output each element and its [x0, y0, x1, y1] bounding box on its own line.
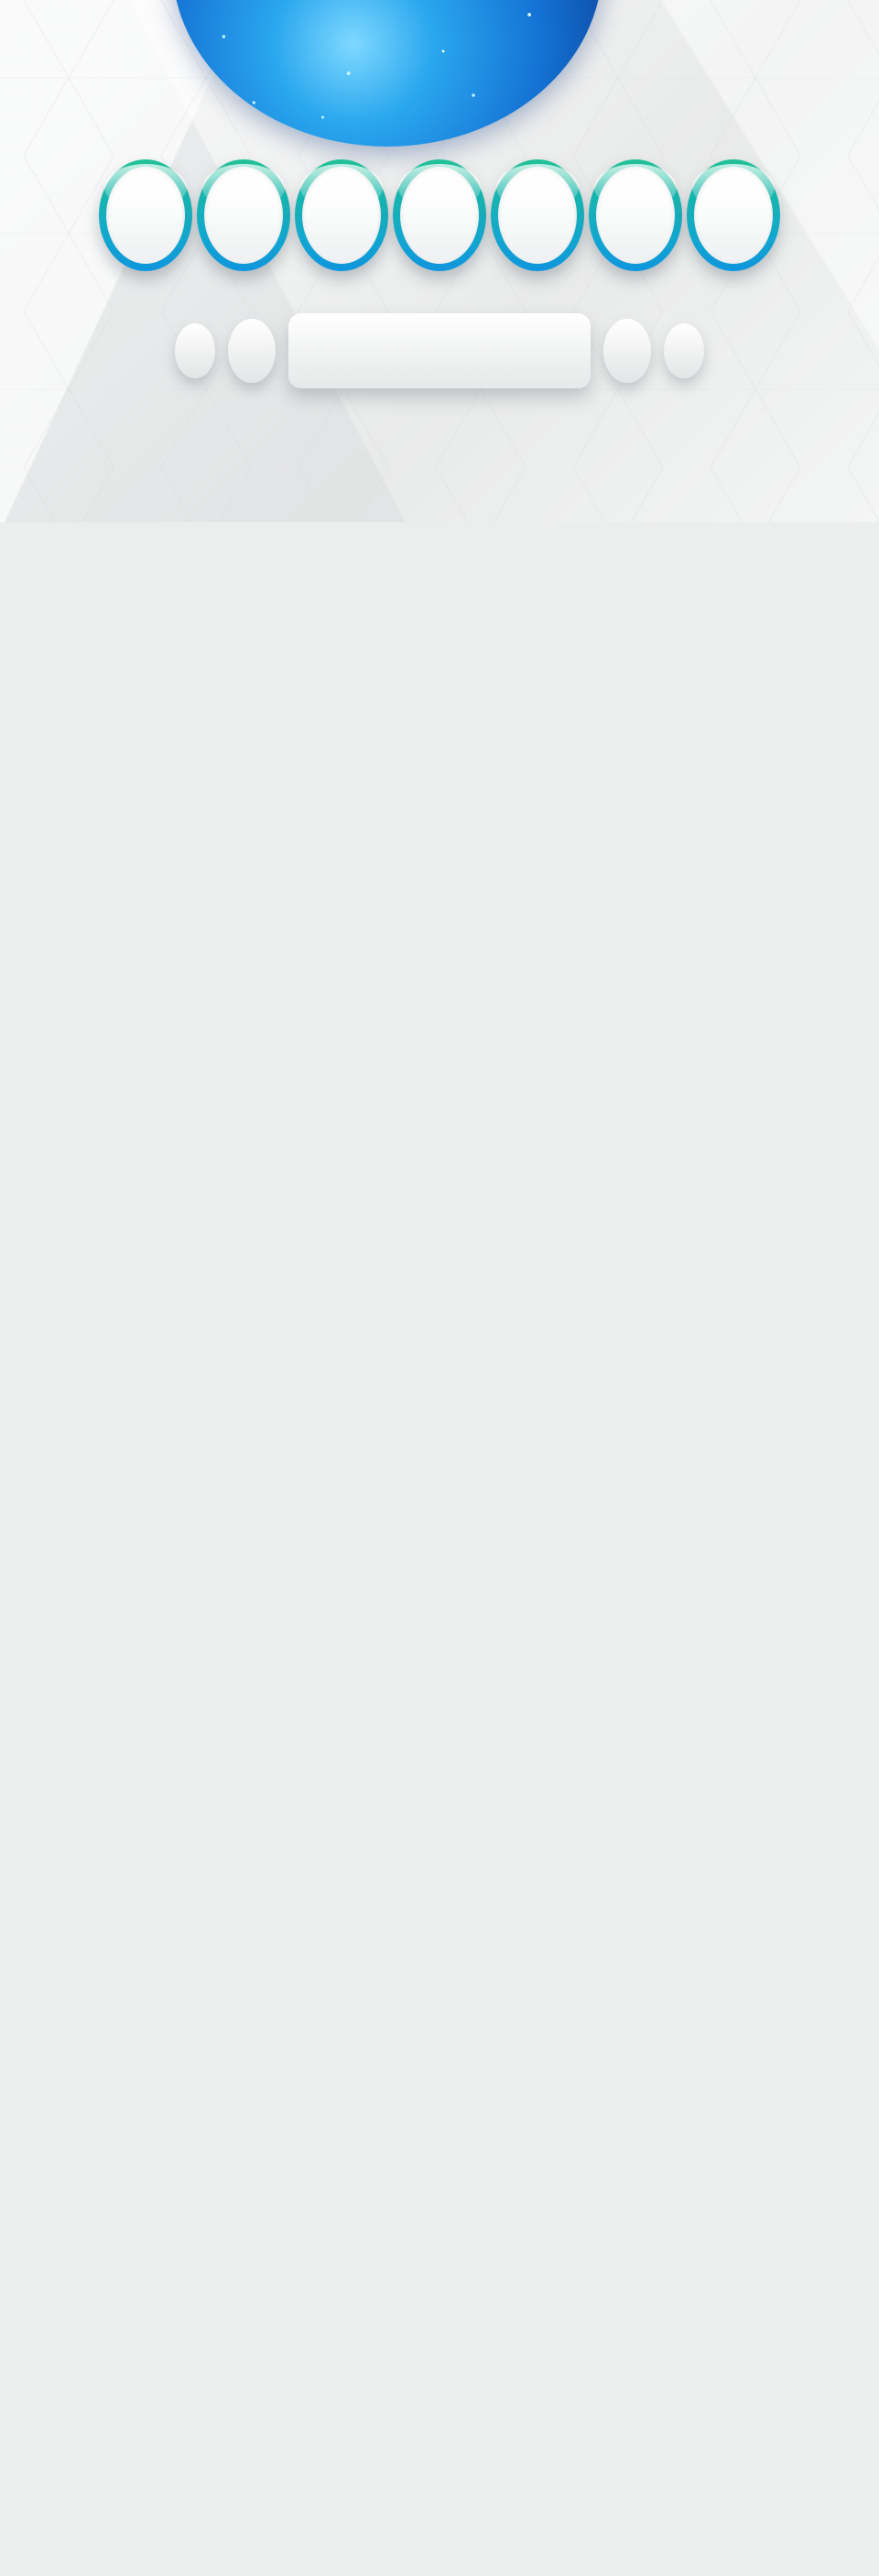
pill-bar [288, 312, 591, 388]
title-char-circle [491, 159, 584, 271]
network-globe-image [172, 0, 602, 147]
title-char-circle [197, 159, 290, 271]
title-char-circle [687, 159, 780, 271]
pill-dot [228, 318, 276, 383]
pill-dot [603, 318, 651, 383]
pill-dot [175, 322, 215, 378]
title-char-circle [295, 159, 388, 271]
title-char-circle [393, 159, 486, 271]
title-char-circle [589, 159, 682, 271]
hero-pill-decoration [0, 307, 879, 394]
hero-title [0, 159, 879, 271]
title-char-circle [99, 159, 192, 271]
hero-banner [0, 0, 879, 522]
pill-dot [664, 322, 704, 378]
